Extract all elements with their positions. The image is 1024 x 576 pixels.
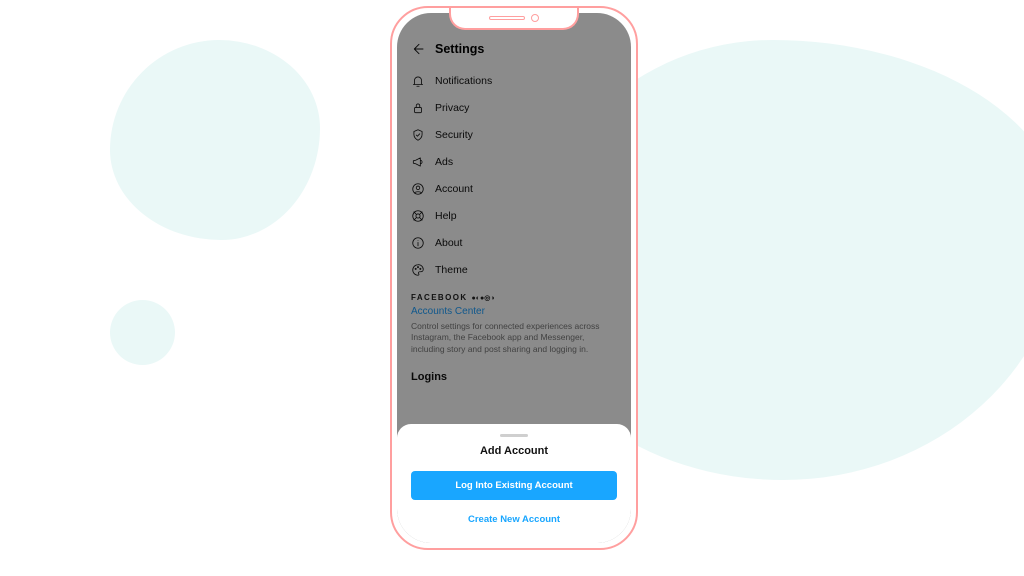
login-existing-button[interactable]: Log Into Existing Account (411, 471, 617, 500)
bg-blob (110, 300, 175, 365)
sheet-grabber[interactable] (500, 434, 528, 437)
speaker-icon (489, 16, 525, 20)
add-account-sheet: Add Account Log Into Existing Account Cr… (397, 424, 631, 543)
create-account-button[interactable]: Create New Account (407, 510, 621, 529)
sheet-title: Add Account (407, 445, 621, 457)
phone-screen: Settings Notifications Privacy Security (397, 13, 631, 543)
phone-notch (449, 8, 579, 30)
phone-frame: Settings Notifications Privacy Security (390, 6, 638, 550)
bg-blob (110, 40, 320, 240)
camera-icon (531, 14, 539, 22)
